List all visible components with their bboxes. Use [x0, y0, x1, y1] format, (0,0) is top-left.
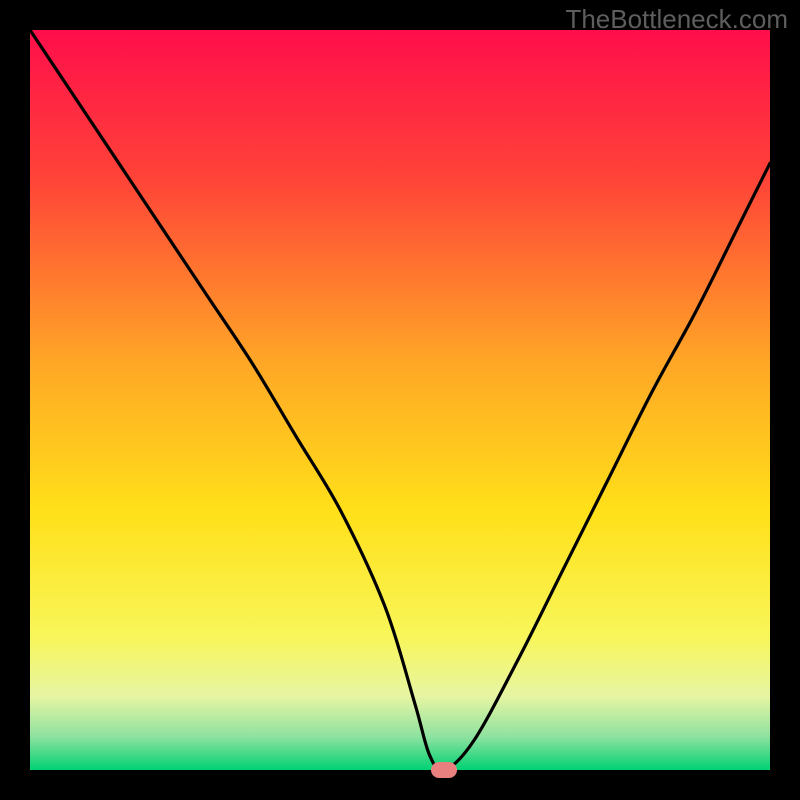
chart-svg — [30, 30, 770, 770]
chart-frame: TheBottleneck.com — [0, 0, 800, 800]
gradient-rect — [30, 30, 770, 770]
optimal-marker — [431, 762, 457, 778]
plot-area — [30, 30, 770, 770]
